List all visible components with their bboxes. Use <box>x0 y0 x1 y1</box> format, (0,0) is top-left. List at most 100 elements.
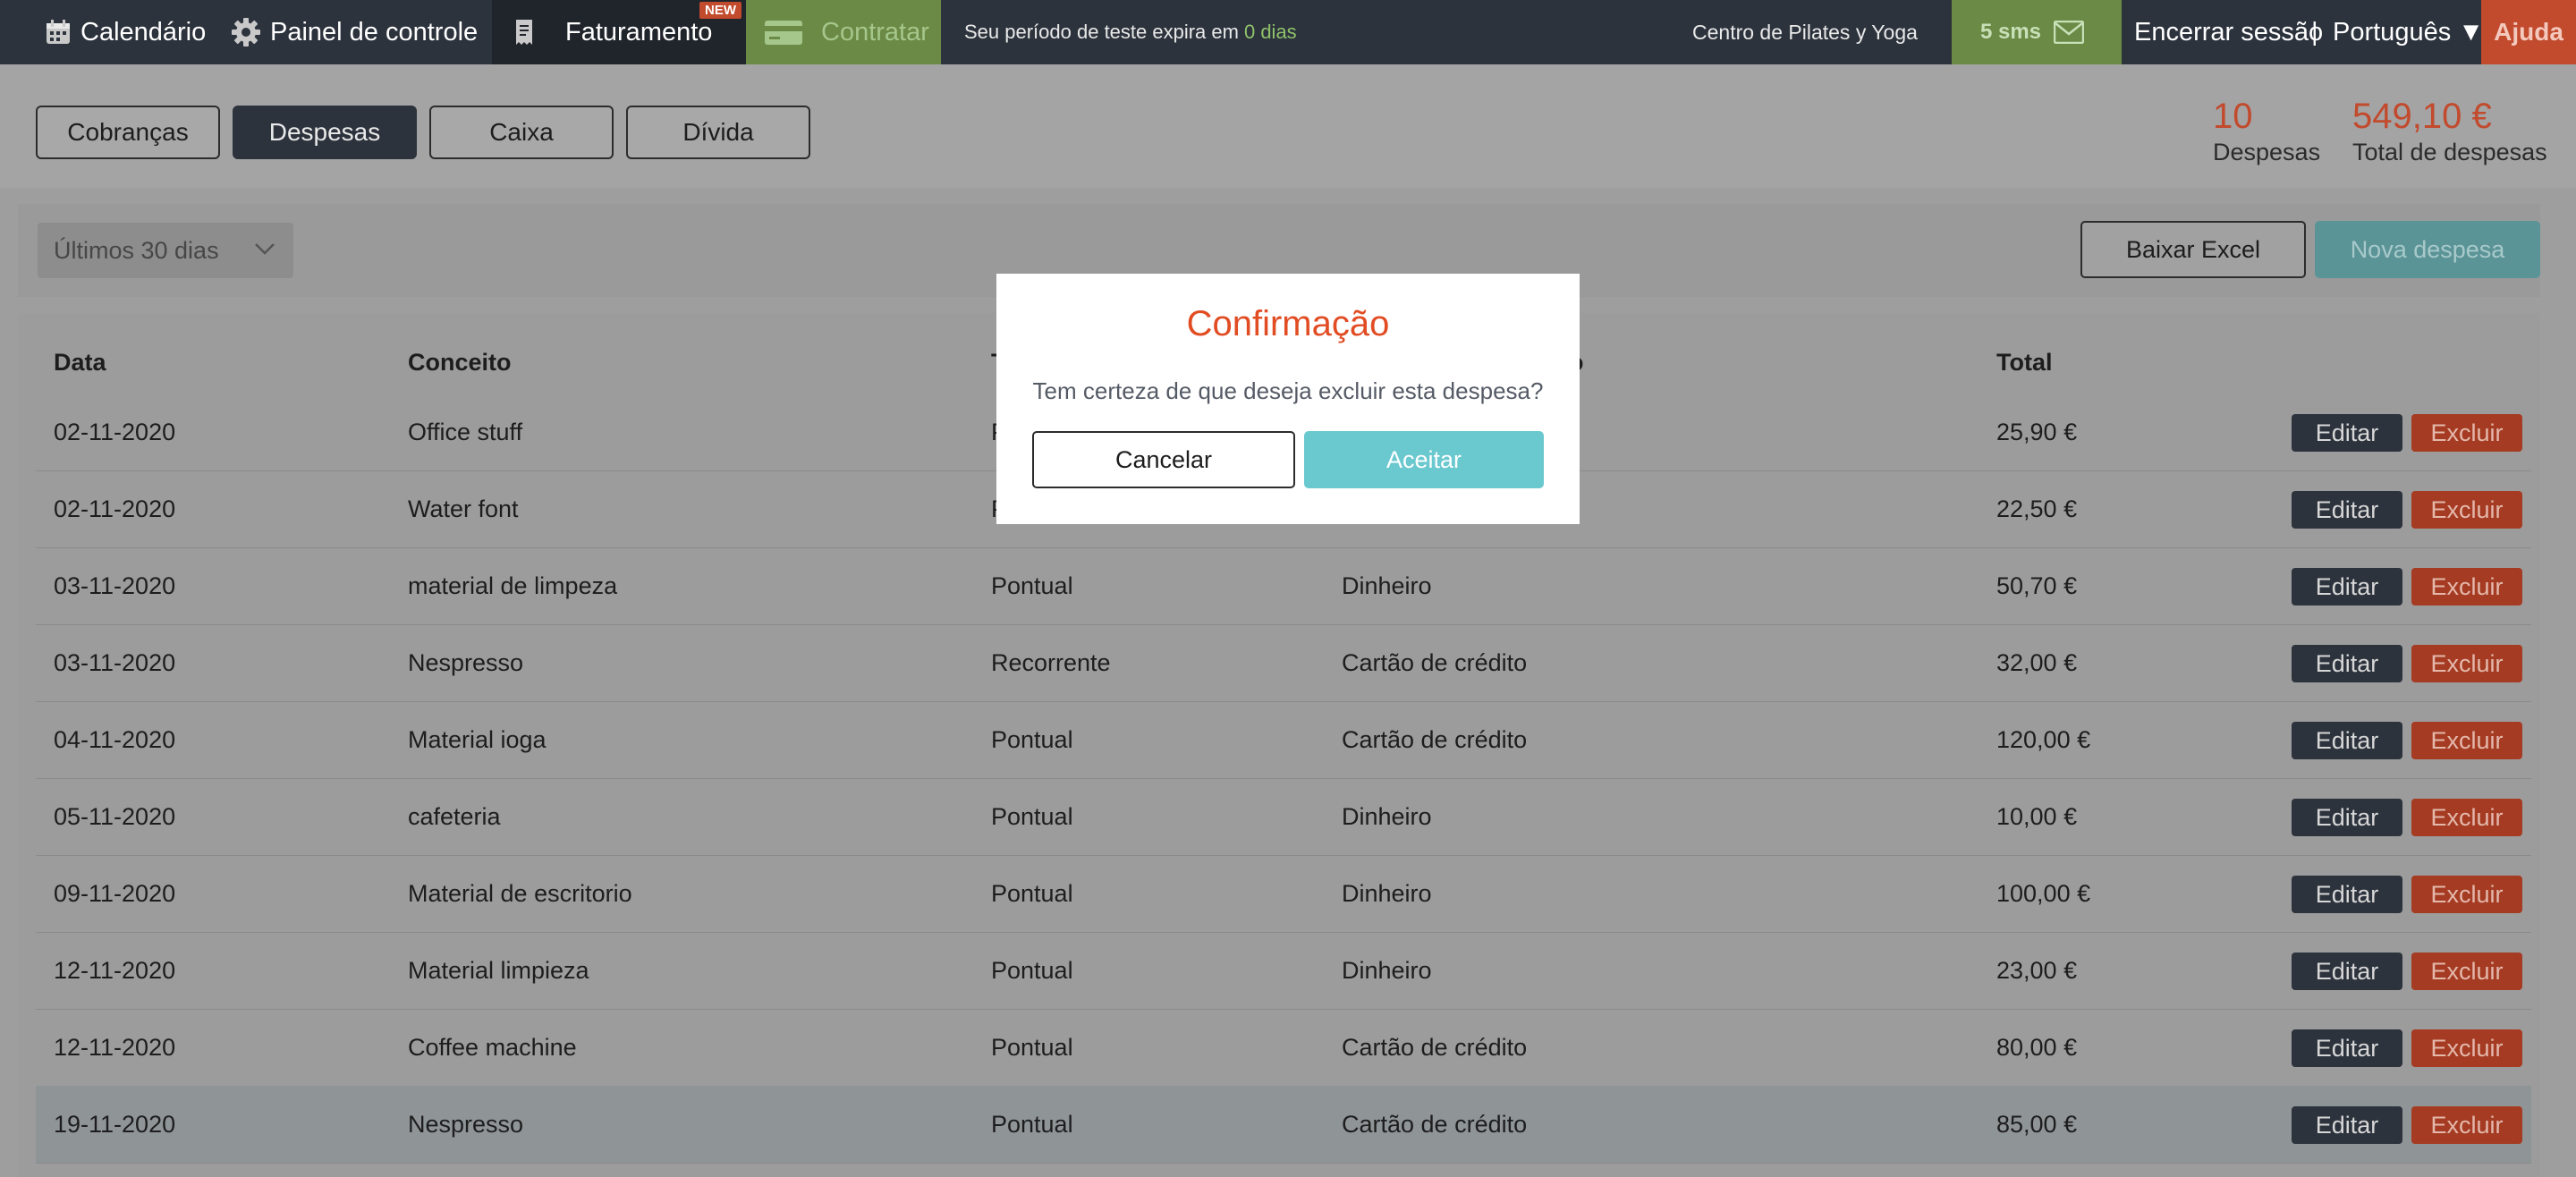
download-excel-button[interactable]: Baixar Excel <box>2080 221 2306 278</box>
tab-charges-label: Cobranças <box>67 118 189 146</box>
expenses-count-label: Despesas <box>2213 139 2321 165</box>
delete-button[interactable]: Excluir <box>2411 876 2522 913</box>
top-navigation-bar: Calendário Painel de controle Faturament… <box>0 0 2576 64</box>
cancel-button[interactable]: Cancelar <box>1032 431 1295 488</box>
tab-expenses-label: Despesas <box>268 118 381 146</box>
edit-button[interactable]: Editar <box>2292 1029 2402 1067</box>
table-row: 12-11-2020 Material limpieza Pontual Dinhei… <box>36 932 2531 1010</box>
cell-concept: Nespresso <box>408 648 524 676</box>
help-label: Ajuda <box>2494 18 2563 46</box>
cell-concept: Nespresso <box>408 1110 524 1138</box>
cell-payment: Cartão de crédito <box>1342 1110 1528 1138</box>
edit-button[interactable]: Editar <box>2292 799 2402 836</box>
tab-cash-label: Caixa <box>489 118 554 146</box>
table-row: 19-11-2020 Nespresso Pontual Cartão de créd… <box>36 1086 2531 1164</box>
nav-billing-label: Faturamento <box>565 17 713 47</box>
cell-payment: Dinheiro <box>1342 956 1432 984</box>
language-selector[interactable]: Português ▼ <box>2333 0 2484 64</box>
cell-date: 09-11-2020 <box>54 879 176 907</box>
cell-type: Pontual <box>991 572 1073 599</box>
cell-total: 80,00 € <box>1996 1033 2078 1061</box>
cell-type: Pontual <box>991 725 1073 753</box>
cell-total: 25,90 € <box>1996 418 2078 445</box>
language-label: Português ▼ <box>2333 17 2484 47</box>
trial-text: Seu período de teste expira em <box>964 21 1239 43</box>
cell-date: 03-11-2020 <box>54 572 176 599</box>
cell-date: 02-11-2020 <box>54 418 176 445</box>
accept-button[interactable]: Aceitar <box>1304 431 1544 488</box>
table-row: 12-11-2020 Coffee machine Pontual Cartão de… <box>36 1009 2531 1087</box>
edit-button[interactable]: Editar <box>2292 876 2402 913</box>
cell-date: 02-11-2020 <box>54 495 176 522</box>
delete-button[interactable]: Excluir <box>2411 491 2522 529</box>
expenses-count: 10 <box>2213 97 2253 136</box>
delete-button[interactable]: Excluir <box>2411 1106 2522 1144</box>
column-header-concept: Conceito <box>408 349 512 376</box>
cell-concept: Water font <box>408 495 519 522</box>
delete-button[interactable]: Excluir <box>2411 645 2522 682</box>
cell-date: 12-11-2020 <box>54 1033 176 1061</box>
edit-button[interactable]: Editar <box>2292 1106 2402 1144</box>
trial-days: 0 dias <box>1243 21 1297 43</box>
delete-button[interactable]: Excluir <box>2411 799 2522 836</box>
nav-control-panel-label: Painel de controle <box>270 17 479 47</box>
cell-type: Pontual <box>991 879 1073 907</box>
tab-debt-label: Dívida <box>682 118 754 146</box>
delete-button[interactable]: Excluir <box>2411 953 2522 990</box>
nav-hire-label: Contratar <box>821 17 929 47</box>
cell-type: Pontual <box>991 802 1073 830</box>
cell-total: 32,00 € <box>1996 648 2078 676</box>
edit-button[interactable]: Editar <box>2292 645 2402 682</box>
tab-debt[interactable]: Dívida <box>626 106 810 159</box>
table-row: 03-11-2020 Nespresso Recorrente Cartão de c… <box>36 624 2531 702</box>
new-expense-button[interactable]: Nova despesa <box>2315 221 2540 278</box>
edit-button[interactable]: Editar <box>2292 953 2402 990</box>
cell-payment: Cartão de crédito <box>1342 1033 1528 1061</box>
delete-button[interactable]: Excluir <box>2411 414 2522 452</box>
separator-label: | <box>2311 17 2318 47</box>
period-select[interactable]: Últimos 30 dias <box>38 223 293 278</box>
chevron-down-icon <box>255 243 275 255</box>
cell-type: Pontual <box>991 1110 1073 1138</box>
table-row: 05-11-2020 cafeteria Pontual Dinheiro 10,00 … <box>36 778 2531 856</box>
edit-button[interactable]: Editar <box>2292 414 2402 452</box>
envelope-icon <box>2054 21 2085 44</box>
separator: | <box>2311 0 2318 64</box>
cell-concept: Material ioga <box>408 725 547 753</box>
help-button[interactable]: Ajuda <box>2481 0 2576 64</box>
tab-charges[interactable]: Cobranças <box>36 106 220 159</box>
cell-payment: Dinheiro <box>1342 572 1432 599</box>
confirmation-dialog: Confirmação Tem certeza de que deseja ex… <box>996 274 1580 524</box>
logout-label: Encerrar sessão <box>2134 17 2324 47</box>
edit-button[interactable]: Editar <box>2292 568 2402 605</box>
edit-button[interactable]: Editar <box>2292 722 2402 759</box>
trial-notice: Seu período de teste expira em 0 dias <box>964 0 1297 64</box>
receipt-icon <box>516 20 532 45</box>
edit-button[interactable]: Editar <box>2292 491 2402 529</box>
cell-concept: material de limpeza <box>408 572 618 599</box>
nav-calendar[interactable]: Calendário <box>45 0 206 64</box>
center-name: Centro de Pilates y Yoga <box>1692 0 1918 64</box>
logout-link[interactable]: Encerrar sessão <box>2134 0 2323 64</box>
center-name-label: Centro de Pilates y Yoga <box>1692 20 1918 44</box>
cell-payment: Cartão de crédito <box>1342 725 1528 753</box>
delete-button[interactable]: Excluir <box>2411 1029 2522 1067</box>
cell-total: 85,00 € <box>1996 1110 2078 1138</box>
table-row: 09-11-2020 Material de escritorio Pontual D… <box>36 855 2531 933</box>
cell-total: 120,00 € <box>1996 725 2091 753</box>
tab-cash[interactable]: Caixa <box>429 106 614 159</box>
nav-hire[interactable]: Contratar <box>746 0 941 64</box>
cell-date: 03-11-2020 <box>54 648 176 676</box>
cell-date: 04-11-2020 <box>54 725 176 753</box>
cell-date: 05-11-2020 <box>54 802 176 830</box>
delete-button[interactable]: Excluir <box>2411 722 2522 759</box>
tab-expenses[interactable]: Despesas <box>233 106 417 159</box>
nav-control-panel[interactable]: Painel de controle <box>231 0 478 64</box>
column-header-total: Total <box>1996 349 2053 376</box>
sms-counter[interactable]: 5 sms <box>1952 0 2122 64</box>
period-select-value: Últimos 30 dias <box>54 236 219 264</box>
table-row: 03-11-2020 material de limpeza Pontual Dinh… <box>36 547 2531 625</box>
delete-button[interactable]: Excluir <box>2411 568 2522 605</box>
sms-label: 5 sms <box>1979 20 2042 44</box>
new-expense-label: Nova despesa <box>2350 235 2505 263</box>
